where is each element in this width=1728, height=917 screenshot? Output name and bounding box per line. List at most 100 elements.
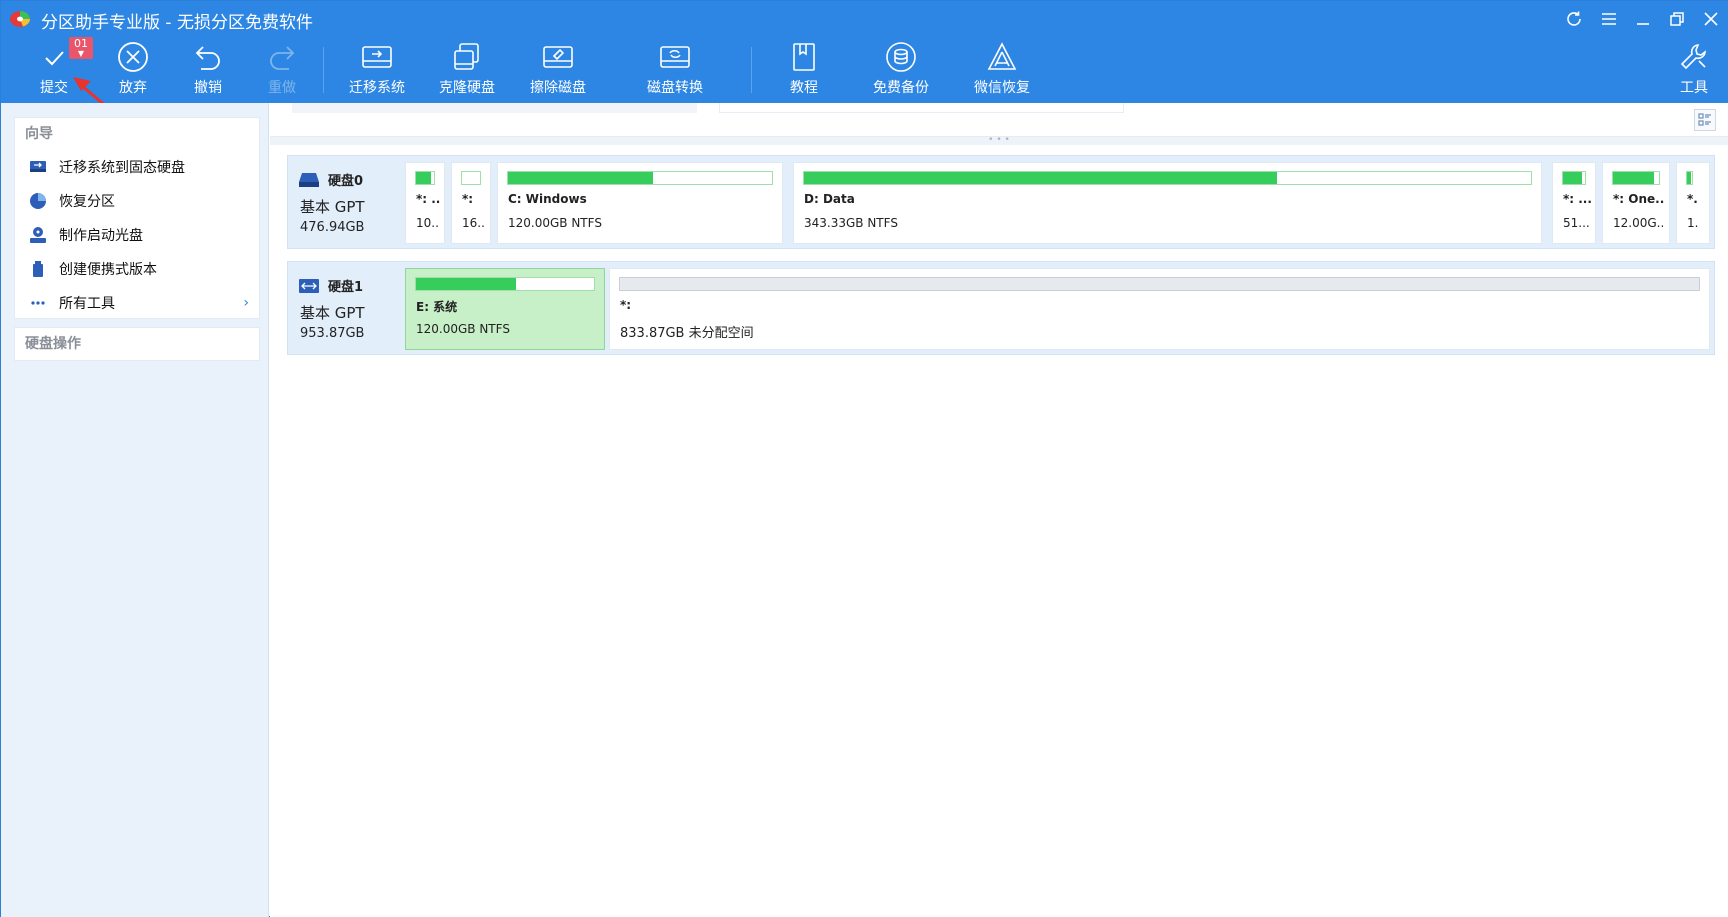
usage-bar (1562, 171, 1586, 185)
wizard-panel: 向导 迁移系统到固态硬盘 恢复分区 制作启动光盘 创建便携式版本 所有工具 › (14, 117, 260, 319)
sidebar-item-recover-partition[interactable]: 恢复分区 (15, 184, 259, 218)
window-title: 分区助手专业版 - 无损分区免费软件 (41, 13, 313, 33)
usage-bar (803, 171, 1532, 185)
undo-icon (195, 46, 220, 70)
sidebar-item-all-tools[interactable]: 所有工具 › (15, 286, 259, 320)
close-button[interactable] (1698, 7, 1724, 31)
wipe-disk-button[interactable]: 擦除磁盘 (528, 41, 588, 99)
free-backup-button[interactable]: 免费备份 (871, 41, 931, 99)
partition-block[interactable]: *: One... 12.00G... (1602, 162, 1670, 244)
disk-operations-panel[interactable]: 硬盘操作 (14, 327, 260, 361)
redo-button[interactable]: 重做 (262, 41, 302, 99)
disk-convert-button[interactable]: 磁盘转换 (645, 41, 705, 99)
usage-fill (1563, 172, 1582, 184)
usage-bar (1612, 171, 1660, 185)
partition-block[interactable]: *: ... 51... (1552, 162, 1596, 244)
list-column-placeholder (292, 103, 697, 113)
partition-info: 833.87GB 未分配空间 (620, 326, 754, 341)
usage-fill (416, 172, 432, 184)
sidebar-item-portable-version[interactable]: 创建便携式版本 (15, 252, 259, 286)
sidebar-item-label: 制作启动光盘 (59, 228, 143, 244)
disk-1-type: 基本 GPT (300, 304, 365, 322)
convert-label: 磁盘转换 (647, 80, 703, 96)
wechat-label: 微信恢复 (974, 80, 1030, 96)
sidebar-item-label: 创建便携式版本 (59, 262, 157, 278)
tutorial-button[interactable]: 教程 (784, 41, 824, 99)
recover-partition-icon (29, 192, 47, 210)
refresh-icon (1567, 11, 1581, 26)
redo-label: 重做 (268, 80, 296, 96)
commit-label: 提交 (40, 80, 68, 96)
commit-button[interactable]: 提交 (34, 41, 74, 99)
partition-info: 343.33GB NTFS (804, 216, 898, 230)
migrate-ssd-icon (29, 158, 47, 176)
migrate-system-button[interactable]: 迁移系统 (347, 41, 407, 99)
partition-block-selected[interactable]: E: 系统 120.00GB NTFS (405, 268, 605, 350)
app-window: 分区助手专业版 - 无损分区免费软件 提交 放弃 撤销 重做 迁移系统 克隆硬盘… (0, 0, 1728, 917)
sidebar-item-label: 所有工具 (59, 296, 115, 312)
disk-0-row[interactable]: 硬盘0 基本 GPT 476.94GB *: ... 10... *: 16..… (287, 155, 1715, 249)
partition-block[interactable]: *: 16... (451, 162, 491, 244)
clone-disk-button[interactable]: 克隆硬盘 (437, 41, 497, 99)
splitter-handle[interactable]: • • • (270, 136, 1728, 145)
disk-0-info: 硬盘0 基本 GPT 476.94GB (298, 166, 390, 240)
undo-label: 撤销 (194, 80, 222, 96)
partition-block[interactable]: D: Data 343.33GB NTFS (793, 162, 1542, 244)
partition-info: 16... (462, 216, 486, 230)
portable-version-icon (29, 260, 47, 278)
toolbar-separator (323, 47, 324, 93)
close-icon (1704, 12, 1718, 26)
view-toggle-button[interactable] (1694, 109, 1716, 131)
wechat-recovery-icon (987, 42, 1017, 70)
wrench-icon (1680, 44, 1706, 70)
partition-block[interactable]: C: Windows 120.00GB NTFS (497, 162, 783, 244)
disk-1-info: 硬盘1 基本 GPT 953.87GB (298, 272, 390, 346)
usage-fill (804, 172, 1277, 184)
partition-block[interactable]: *: ... 10... (405, 162, 445, 244)
usage-fill (508, 172, 654, 184)
usage-bar (507, 171, 773, 185)
partition-info: 120.00GB NTFS (416, 322, 510, 336)
disk-convert-icon (660, 46, 690, 68)
list-view-icon (1698, 113, 1711, 126)
partition-info: 1. (1687, 216, 1699, 230)
partition-info: 120.00GB NTFS (508, 216, 602, 230)
sidebar-item-migrate-ssd[interactable]: 迁移系统到固态硬盘 (15, 150, 259, 184)
minimize-button[interactable] (1630, 7, 1656, 31)
toolbar-separator (751, 47, 752, 93)
partition-name: C: Windows (508, 192, 587, 206)
wizard-panel-title: 向导 (25, 126, 53, 142)
book-icon (793, 43, 815, 71)
menu-icon (1602, 13, 1616, 25)
disk-0-name: 硬盘0 (328, 174, 364, 189)
minimize-icon (1637, 23, 1649, 25)
app-logo-icon (10, 11, 30, 27)
refresh-button[interactable] (1561, 7, 1587, 31)
list-column-placeholder (719, 103, 1124, 113)
disk-0-size: 476.94GB (300, 220, 365, 235)
partition-name: D: Data (804, 192, 855, 206)
chevron-right-icon: › (243, 295, 249, 311)
hard-disk-icon (299, 172, 319, 187)
sidebar-item-label: 迁移系统到固态硬盘 (59, 160, 185, 176)
tools-button[interactable]: 工具 (1674, 41, 1714, 99)
cancel-circle-icon (118, 42, 148, 72)
restore-button[interactable] (1664, 7, 1690, 31)
partition-info: 10... (416, 216, 440, 230)
wechat-recovery-button[interactable]: 微信恢复 (972, 41, 1032, 99)
badge-arrow-icon: ▼ (77, 49, 85, 58)
checkmark-icon (45, 51, 64, 66)
partition-name: *. (1687, 192, 1698, 206)
disk-1-row[interactable]: 硬盘1 基本 GPT 953.87GB E: 系统 120.00GB NTFS … (287, 261, 1715, 355)
wipe-disk-icon (543, 46, 573, 68)
partition-info: 12.00G... (1613, 216, 1665, 230)
undo-button[interactable]: 撤销 (188, 41, 228, 99)
partition-name: *: ... (416, 192, 440, 206)
menu-button[interactable] (1596, 7, 1622, 31)
partition-block[interactable]: *. 1. (1676, 162, 1710, 244)
sidebar-item-boot-disc[interactable]: 制作启动光盘 (15, 218, 259, 252)
unallocated-space-block[interactable]: *: 833.87GB 未分配空间 (609, 268, 1710, 350)
disk-1-name: 硬盘1 (328, 280, 364, 295)
tutorial-label: 教程 (790, 80, 818, 96)
usage-fill (1687, 172, 1691, 184)
